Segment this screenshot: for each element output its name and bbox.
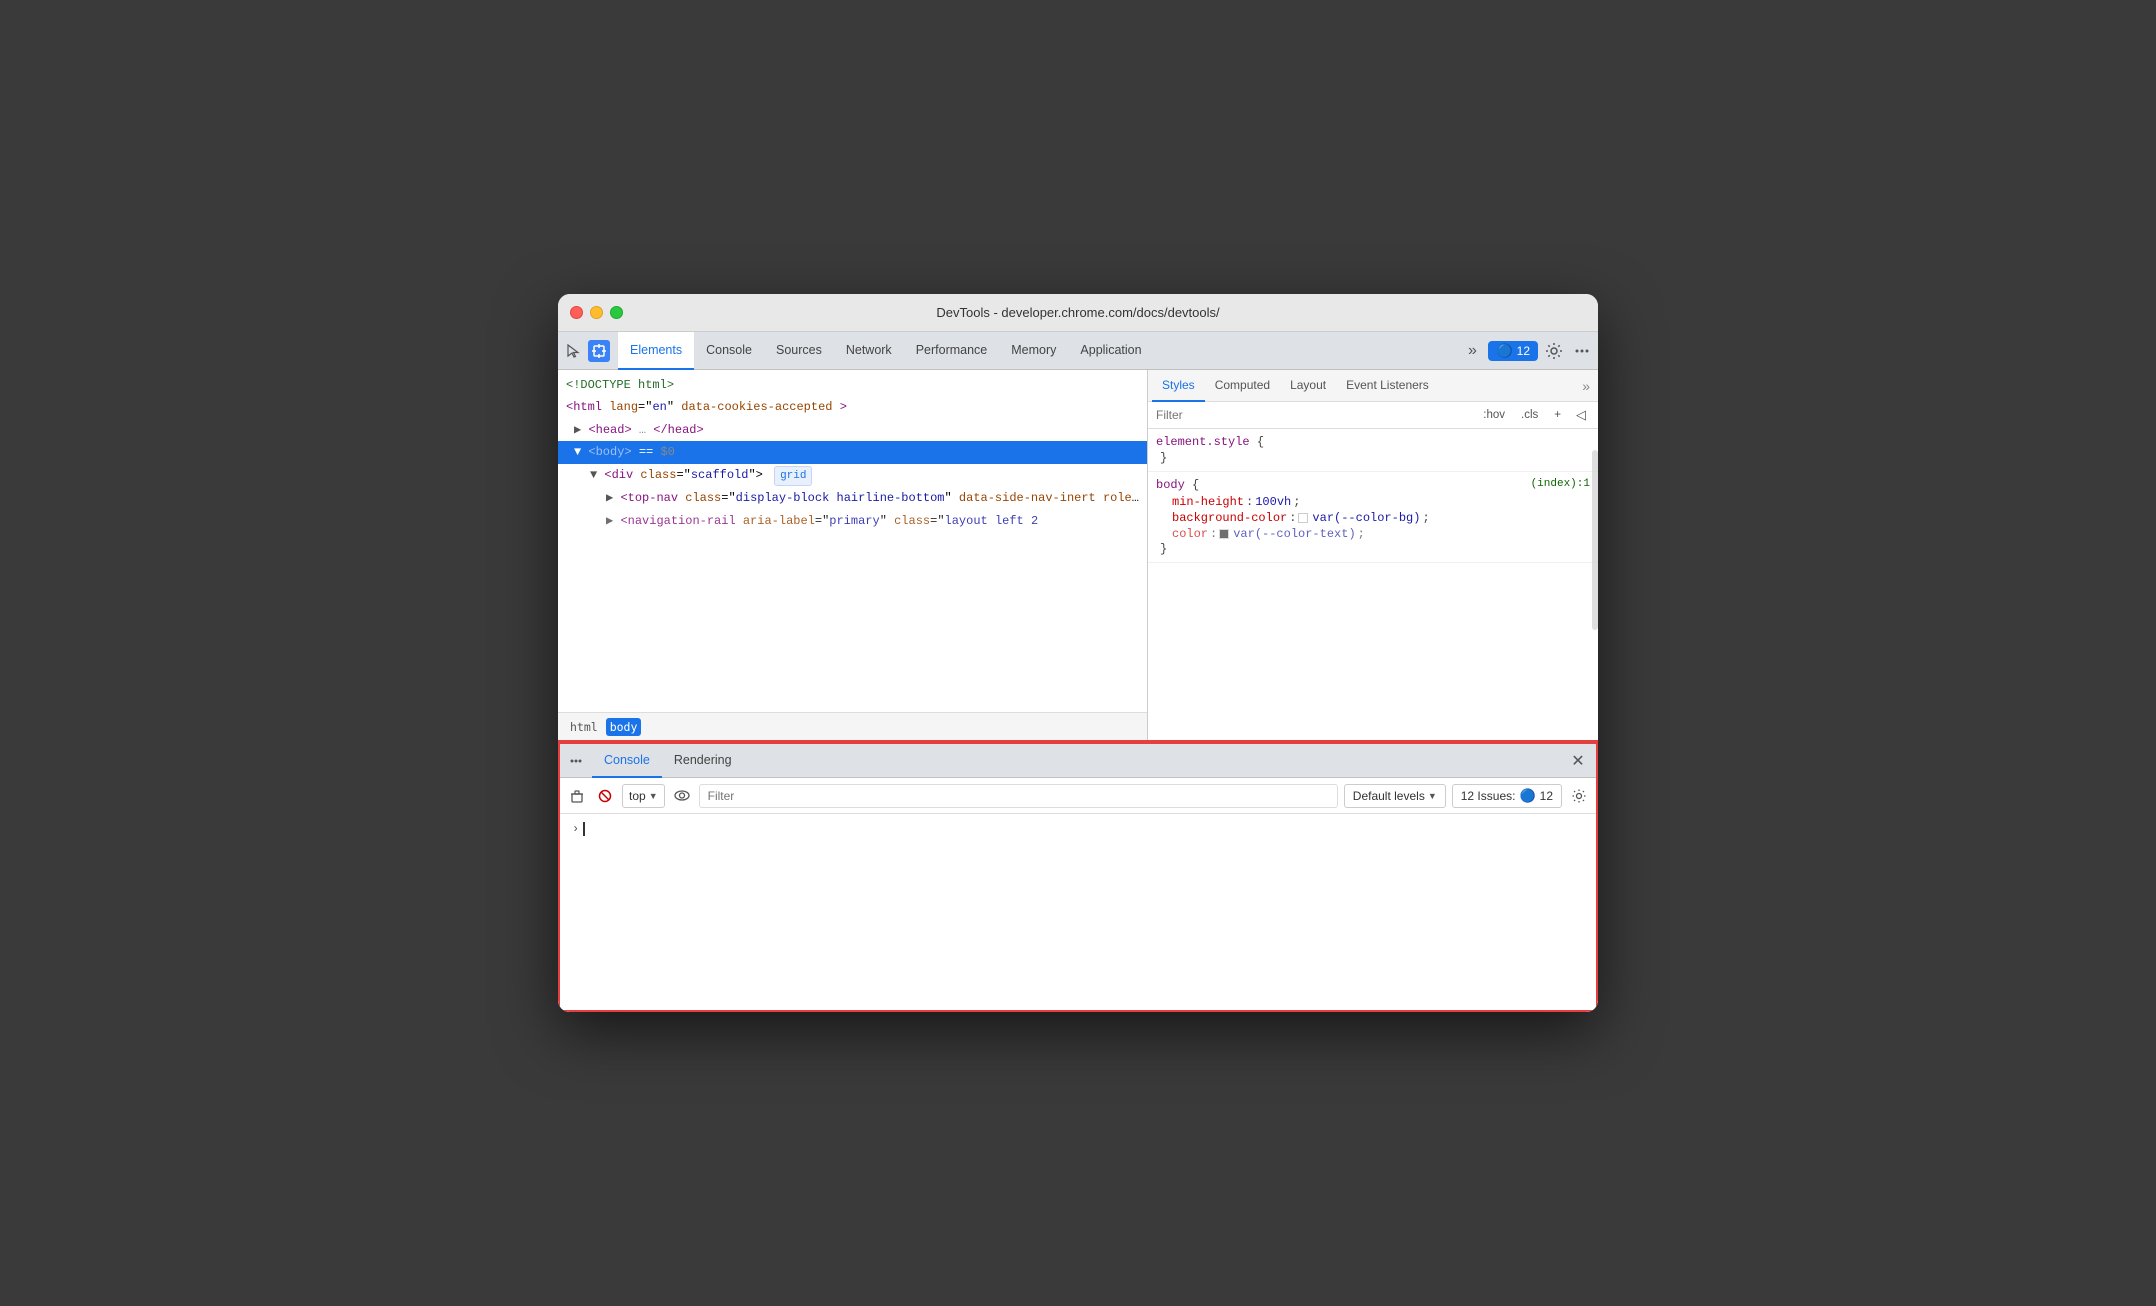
tab-event-listeners[interactable]: Event Listeners [1336, 370, 1439, 402]
console-body[interactable]: › [560, 814, 1596, 1010]
issues-count: 12 [1517, 344, 1530, 358]
settings-button[interactable] [1542, 339, 1566, 363]
traffic-lights [570, 306, 623, 319]
breadcrumb: html body [558, 712, 1147, 740]
color-prop: color : var(--color-text) ; [1156, 526, 1590, 542]
stop-messages-icon[interactable] [594, 785, 616, 807]
tab-sources[interactable]: Sources [764, 332, 834, 370]
dom-line-div-scaffold[interactable]: ▼ <div class="scaffold"> grid [558, 464, 1147, 488]
styles-scrollbar[interactable] [1592, 450, 1598, 630]
console-section: Console Rendering ✕ [558, 742, 1598, 1012]
elements-panel: <!DOCTYPE html> <html lang="en" data-coo… [558, 370, 1148, 740]
context-dropdown-arrow: ▼ [649, 791, 658, 801]
issues-text: 12 Issues: [1461, 789, 1516, 803]
text-color-swatch[interactable] [1219, 529, 1229, 539]
main-content-area: <!DOCTYPE html> <html lang="en" data-coo… [558, 370, 1598, 742]
tab-computed[interactable]: Computed [1205, 370, 1280, 402]
grid-badge[interactable]: grid [774, 466, 812, 487]
tab-console-panel[interactable]: Console [592, 744, 662, 778]
context-selector[interactable]: top ▼ [622, 784, 665, 808]
default-levels-button[interactable]: Default levels ▼ [1344, 784, 1446, 808]
styles-content[interactable]: element.style { } body { (index):1 [1148, 429, 1598, 740]
dom-line-body[interactable]: ▼ <body> == $0 [558, 441, 1147, 463]
title-bar: DevTools - developer.chrome.com/docs/dev… [558, 294, 1598, 332]
tab-memory[interactable]: Memory [999, 332, 1068, 370]
min-height-prop: min-height : 100vh ; [1156, 494, 1590, 510]
body-rule-header: body { (index):1 [1156, 478, 1590, 494]
dom-line-doctype: <!DOCTYPE html> [558, 374, 1147, 396]
tab-console[interactable]: Console [694, 332, 764, 370]
console-menu-button[interactable] [566, 751, 586, 771]
add-rule-button[interactable]: + [1549, 407, 1566, 423]
dom-line-nav-rail[interactable]: ▶ <navigation-rail aria-label="primary" … [558, 510, 1147, 532]
cursor-icon[interactable] [562, 340, 584, 362]
styles-filter-bar: :hov .cls + ◁ [1148, 402, 1598, 429]
more-panel-tabs-button[interactable]: » [1578, 378, 1594, 394]
issues-icon: 🔵 [1519, 788, 1535, 804]
body-rule: body { (index):1 min-height : 100vh ; ba… [1148, 472, 1598, 563]
devtools-window: DevTools - developer.chrome.com/docs/dev… [558, 294, 1598, 1012]
issues-count-button[interactable]: 12 Issues: 🔵 12 [1452, 784, 1562, 808]
styles-filter-input[interactable] [1156, 408, 1470, 422]
toolbar-icons [562, 340, 610, 362]
element-style-rule: element.style { } [1148, 429, 1598, 472]
devtools-container: Elements Console Sources Network Perform… [558, 332, 1598, 1012]
element-style-selector: element.style { [1156, 435, 1590, 449]
dom-line-top-nav[interactable]: ▶ <top-nav class="display-block hairline… [558, 487, 1147, 509]
window-title: DevTools - developer.chrome.com/docs/dev… [936, 305, 1219, 320]
minimize-button[interactable] [590, 306, 603, 319]
tab-network[interactable]: Network [834, 332, 904, 370]
fullscreen-button[interactable] [610, 306, 623, 319]
issues-icon: 🔵 [1496, 343, 1512, 359]
bg-color-swatch[interactable] [1298, 513, 1308, 523]
inspect-element-icon[interactable] [588, 340, 610, 362]
cursor-blink [583, 822, 585, 836]
dom-line-head[interactable]: ▶ <head> … </head> [558, 419, 1147, 441]
prompt-arrow: › [572, 822, 579, 836]
close-button[interactable] [570, 306, 583, 319]
background-color-prop: background-color : var(--color-bg) ; [1156, 510, 1590, 526]
styles-panel-tabs: Styles Computed Layout Event Listeners » [1148, 370, 1598, 402]
toggle-sidebar-icon[interactable]: ◁ [1572, 406, 1590, 424]
clear-console-button[interactable] [566, 785, 588, 807]
levels-dropdown-arrow: ▼ [1428, 791, 1437, 801]
console-tab-bar: Console Rendering ✕ [560, 744, 1596, 778]
cls-button[interactable]: .cls [1516, 407, 1543, 423]
tab-elements[interactable]: Elements [618, 332, 694, 370]
tab-styles[interactable]: Styles [1152, 370, 1205, 402]
console-prompt: › [572, 822, 1584, 836]
tab-layout[interactable]: Layout [1280, 370, 1336, 402]
live-expressions-button[interactable] [671, 785, 693, 807]
main-tab-bar: Elements Console Sources Network Perform… [558, 332, 1598, 370]
filter-actions: :hov .cls + ◁ [1478, 406, 1590, 424]
more-tabs-button[interactable]: » [1460, 339, 1484, 363]
styles-panel: Styles Computed Layout Event Listeners » [1148, 370, 1598, 740]
issues-badge[interactable]: 🔵 12 [1488, 341, 1538, 361]
dom-tree[interactable]: <!DOCTYPE html> <html lang="en" data-coo… [558, 370, 1147, 712]
tabs-right-actions: » 🔵 12 [1460, 339, 1594, 363]
dom-line-html[interactable]: <html lang="en" data-cookies-accepted > [558, 396, 1147, 418]
tab-rendering[interactable]: Rendering [662, 744, 744, 778]
console-toolbar: top ▼ Default levels ▼ 12 Issues: � [560, 778, 1596, 814]
more-options-button[interactable] [1570, 339, 1594, 363]
breadcrumb-body[interactable]: body [606, 718, 642, 736]
hov-button[interactable]: :hov [1478, 407, 1510, 423]
console-close-button[interactable]: ✕ [1566, 749, 1590, 773]
body-rule-source[interactable]: (index):1 [1531, 478, 1590, 494]
body-selector: body { [1156, 478, 1199, 492]
breadcrumb-html[interactable]: html [566, 718, 602, 736]
console-settings-button[interactable] [1568, 785, 1590, 807]
tab-performance[interactable]: Performance [904, 332, 1000, 370]
tab-application[interactable]: Application [1068, 332, 1153, 370]
issues-number: 12 [1540, 789, 1553, 803]
console-filter-input[interactable] [699, 784, 1338, 808]
